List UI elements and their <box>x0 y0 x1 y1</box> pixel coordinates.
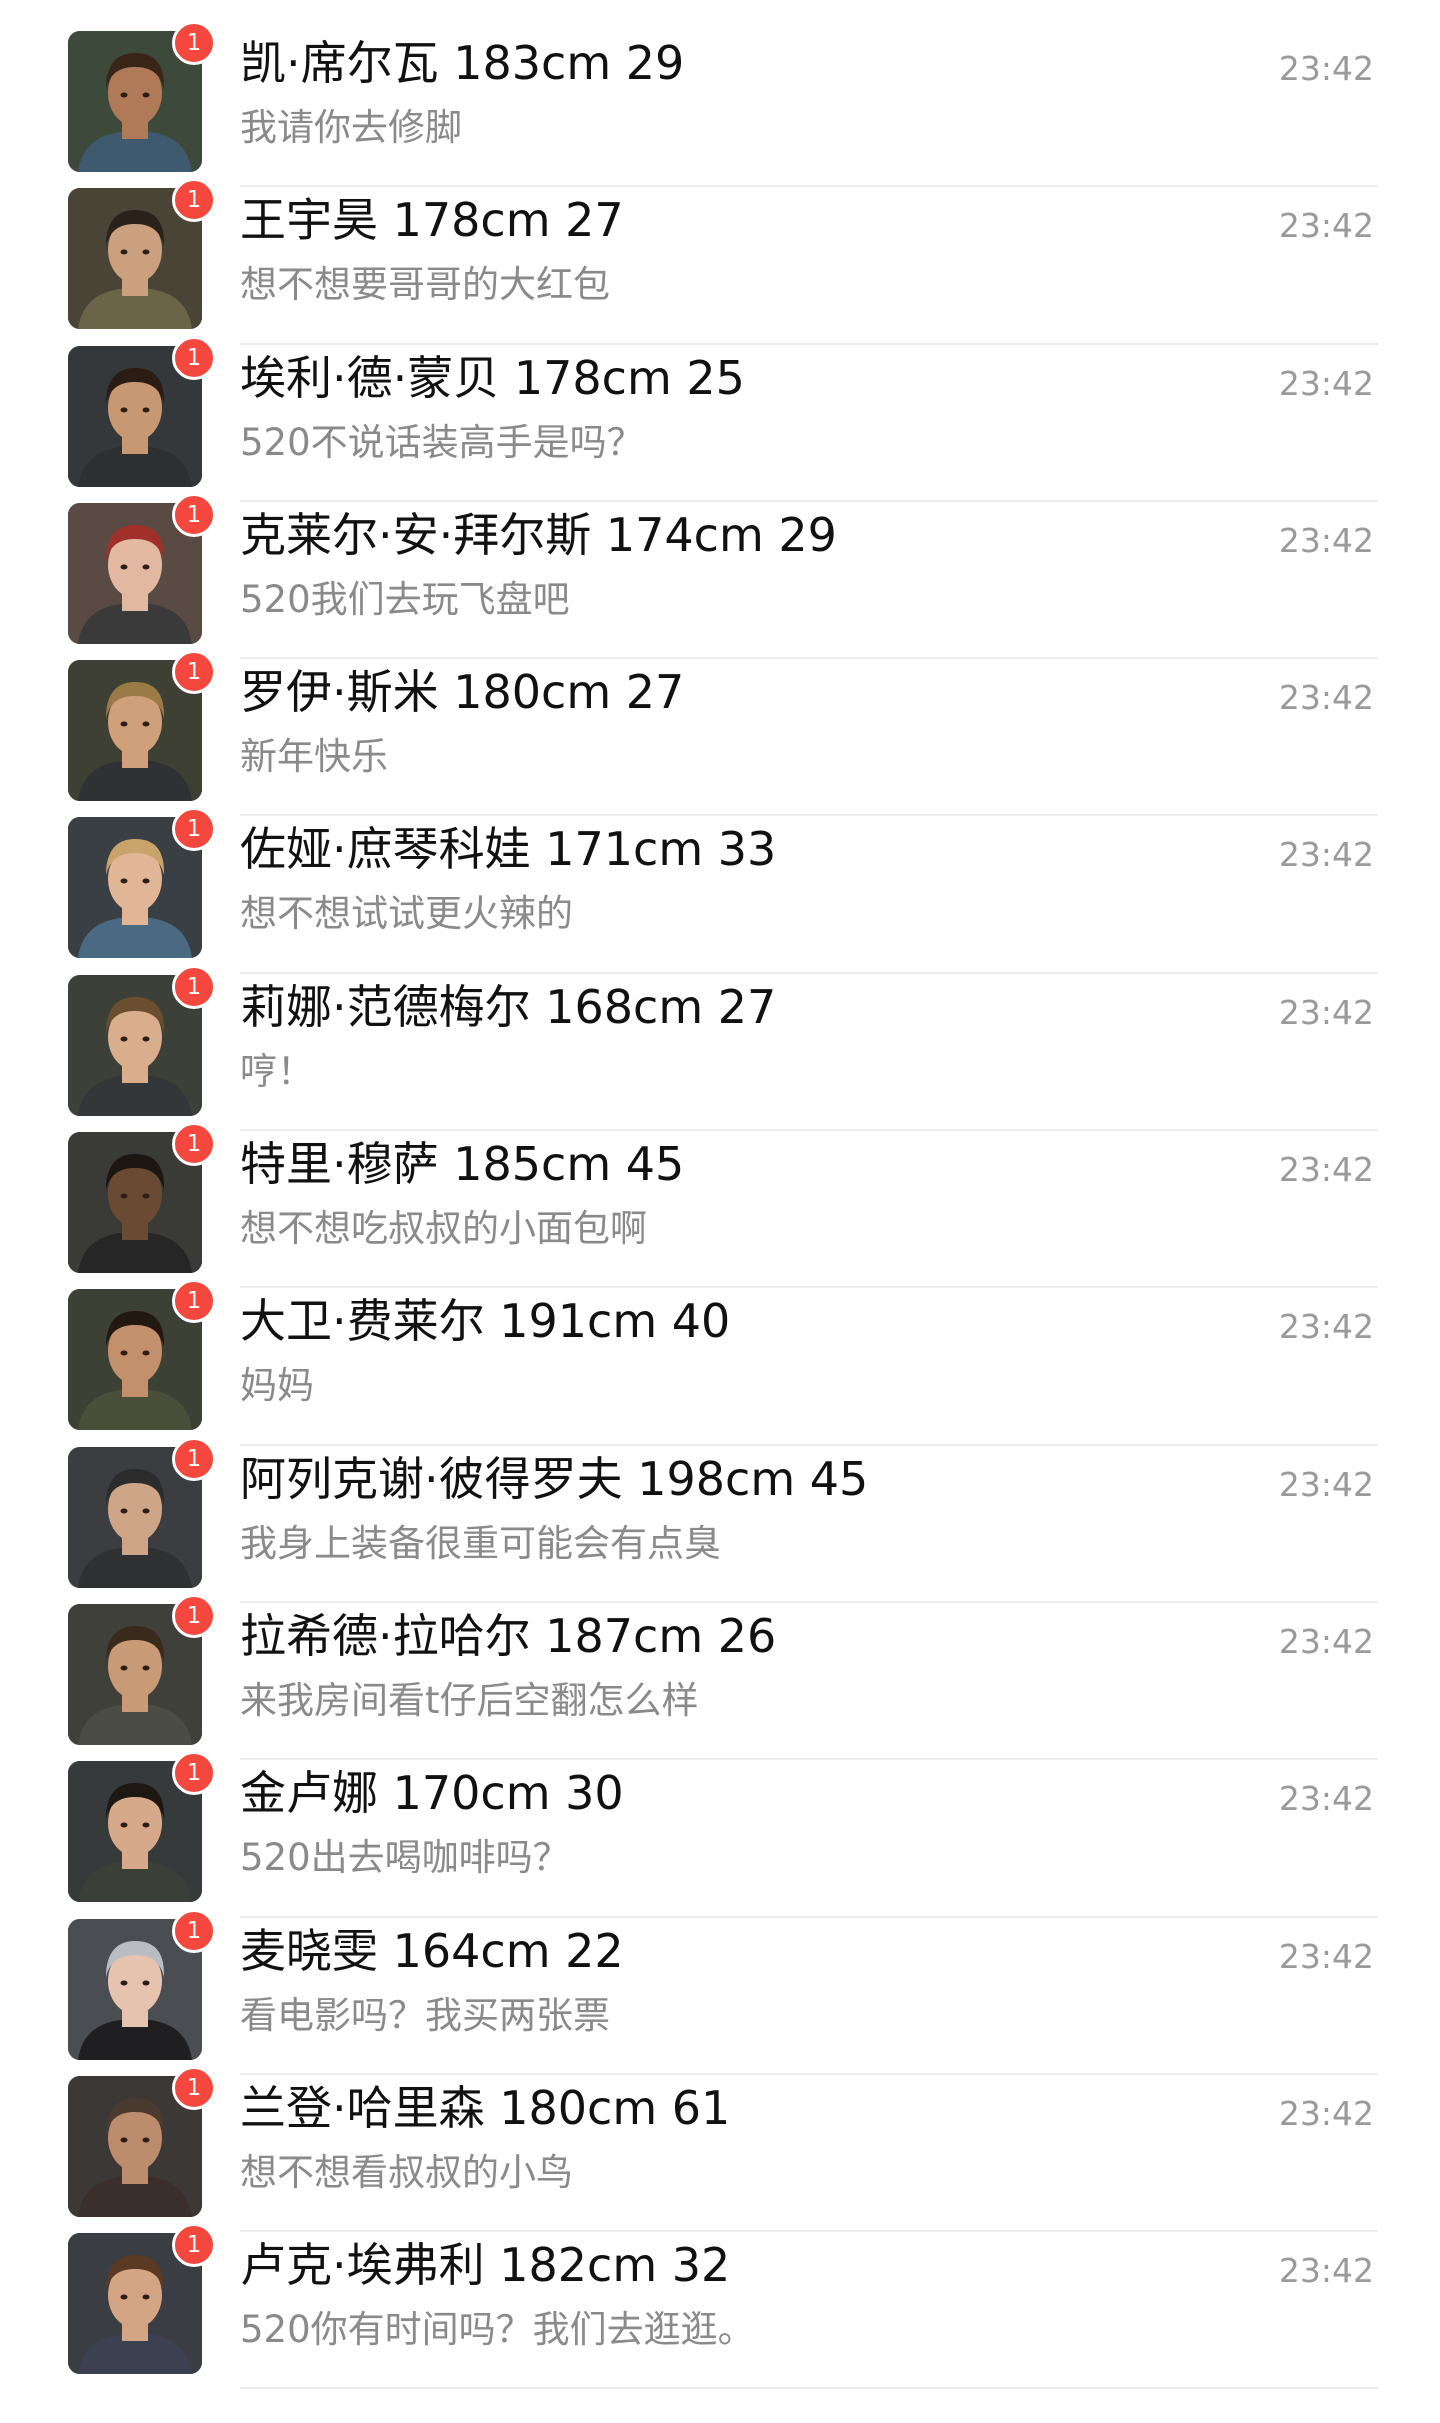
message-time: 23:42 <box>1278 1936 1374 1976</box>
contact-name: 大卫·费莱尔 191cm 40 <box>240 1294 731 1349</box>
chat-row-1[interactable]: 1 凯·席尔瓦 183cm 29 我请你去修脚 23:42 <box>0 21 1440 188</box>
avatar-container[interactable]: 1 <box>68 2065 216 2217</box>
message-preview: 520我们去玩飞盘吧 <box>240 577 570 621</box>
message-preview: 哼！ <box>240 1049 314 1093</box>
message-time: 23:42 <box>1278 2093 1374 2133</box>
chat-row-13[interactable]: 1 麦晓雯 164cm 22 看电影吗？我买两张票 23:42 <box>0 1908 1440 2075</box>
message-time: 23:42 <box>1278 49 1374 88</box>
contact-name: 阿列克谢·彼得罗夫 198cm 45 <box>240 1451 869 1506</box>
message-preview: 我请你去修脚 <box>240 106 462 149</box>
contact-name: 拉希德·拉哈尔 187cm 26 <box>240 1608 777 1663</box>
avatar-container[interactable]: 1 <box>68 964 216 1116</box>
message-preview: 520出去喝咖啡吗？ <box>240 1836 570 1880</box>
message-time: 23:42 <box>1278 835 1374 875</box>
message-time: 23:42 <box>1278 1621 1374 1661</box>
message-time: 23:42 <box>1278 2251 1374 2291</box>
unread-badge: 1 <box>172 650 216 695</box>
message-preview: 想不想看叔叔的小鸟 <box>240 2150 573 2194</box>
avatar-container[interactable]: 1 <box>68 650 216 802</box>
unread-badge: 1 <box>172 1436 216 1481</box>
message-time: 23:42 <box>1278 520 1374 560</box>
avatar-container[interactable]: 1 <box>68 335 216 487</box>
row-divider <box>240 2387 1378 2390</box>
message-preview: 看电影吗？我买两张票 <box>240 1993 610 2037</box>
chat-row-5[interactable]: 1 罗伊·斯米 180cm 27 新年快乐 23:42 <box>0 650 1440 817</box>
avatar-container[interactable]: 1 <box>68 1436 216 1588</box>
message-preview: 520你有时间吗？我们去逛逛。 <box>240 2308 755 2352</box>
unread-badge: 1 <box>172 178 216 223</box>
contact-name: 特里·穆萨 185cm 45 <box>240 1137 685 1192</box>
message-time: 23:42 <box>1278 992 1374 1032</box>
contact-name: 兰登·哈里森 180cm 61 <box>240 2080 731 2135</box>
contact-name: 麦晓雯 164cm 22 <box>240 1923 624 1978</box>
contact-name: 佐娅·庶琴科娃 171cm 33 <box>240 822 777 877</box>
message-preview: 来我房间看t仔后空翻怎么样 <box>240 1678 699 1722</box>
contact-name: 莉娜·范德梅尔 168cm 27 <box>240 979 777 1034</box>
contact-name: 克莱尔·安·拜尔斯 174cm 29 <box>240 507 837 562</box>
unread-badge: 1 <box>172 1751 216 1796</box>
chat-row-2[interactable]: 1 王宇昊 178cm 27 想不想要哥哥的大红包 23:42 <box>0 178 1440 345</box>
unread-badge: 1 <box>172 807 216 852</box>
unread-badge: 1 <box>172 1593 216 1638</box>
chat-row-14[interactable]: 1 兰登·哈里森 180cm 61 想不想看叔叔的小鸟 23:42 <box>0 2065 1440 2233</box>
contact-name: 王宇昊 178cm 27 <box>240 193 624 248</box>
message-preview: 想不想吃叔叔的小面包啊 <box>240 1207 647 1251</box>
avatar-container[interactable]: 1 <box>68 492 216 644</box>
chat-row-10[interactable]: 1 阿列克谢·彼得罗夫 198cm 45 我身上装备很重可能会有点臭 23:42 <box>0 1436 1440 1603</box>
message-time: 23:42 <box>1278 1464 1374 1504</box>
chat-row-9[interactable]: 1 大卫·费莱尔 191cm 40 妈妈 23:42 <box>0 1279 1440 1446</box>
unread-badge: 1 <box>172 1279 216 1324</box>
avatar-container[interactable]: 1 <box>68 1279 216 1431</box>
unread-badge: 1 <box>172 21 216 65</box>
unread-badge: 1 <box>172 2223 216 2268</box>
chat-row-12[interactable]: 1 金卢娜 170cm 30 520出去喝咖啡吗？ 23:42 <box>0 1751 1440 1918</box>
unread-badge: 1 <box>172 1122 216 1167</box>
avatar-container[interactable]: 1 <box>68 1908 216 2060</box>
avatar-container[interactable]: 1 <box>68 807 216 959</box>
contact-name: 罗伊·斯米 180cm 27 <box>240 665 685 720</box>
message-preview: 妈妈 <box>240 1364 314 1408</box>
unread-badge: 1 <box>172 1908 216 1953</box>
message-time: 23:42 <box>1278 1779 1374 1819</box>
message-time: 23:42 <box>1278 678 1374 718</box>
avatar-container[interactable]: 1 <box>68 178 216 330</box>
message-time: 23:42 <box>1278 363 1374 403</box>
unread-badge: 1 <box>172 492 216 537</box>
unread-badge: 1 <box>172 964 216 1009</box>
contact-name: 凯·席尔瓦 183cm 29 <box>240 36 685 90</box>
chat-row-15[interactable]: 1 卢克·埃弗利 182cm 32 520你有时间吗？我们去逛逛。 23:42 <box>0 2223 1440 2390</box>
message-time: 23:42 <box>1278 1307 1374 1347</box>
chat-row-6[interactable]: 1 佐娅·庶琴科娃 171cm 33 想不想试试更火辣的 23:42 <box>0 807 1440 974</box>
chat-row-8[interactable]: 1 特里·穆萨 185cm 45 想不想吃叔叔的小面包啊 23:42 <box>0 1122 1440 1289</box>
message-preview: 520不说话装高手是吗？ <box>240 420 644 464</box>
avatar-container[interactable]: 1 <box>68 1751 216 1903</box>
avatar-container[interactable]: 1 <box>68 1122 216 1274</box>
avatar-container[interactable]: 1 <box>68 1593 216 1745</box>
message-preview: 想不想试试更火辣的 <box>240 892 573 936</box>
message-time: 23:42 <box>1278 1150 1374 1190</box>
chat-row-3[interactable]: 1 埃利·德·蒙贝 178cm 25 520不说话装高手是吗？ 23:42 <box>0 335 1440 502</box>
contact-name: 埃利·德·蒙贝 178cm 25 <box>240 350 745 405</box>
message-preview: 我身上装备很重可能会有点臭 <box>240 1521 721 1565</box>
chat-list: 1 凯·席尔瓦 183cm 29 我请你去修脚 23:42 1 王宇昊 178c… <box>0 0 1440 2423</box>
message-preview: 新年快乐 <box>240 735 388 779</box>
chat-row-4[interactable]: 1 克莱尔·安·拜尔斯 174cm 29 520我们去玩飞盘吧 23:42 <box>0 492 1440 660</box>
avatar-container[interactable]: 1 <box>68 2223 216 2375</box>
unread-badge: 1 <box>172 335 216 380</box>
chat-row-7[interactable]: 1 莉娜·范德梅尔 168cm 27 哼！ 23:42 <box>0 964 1440 1132</box>
message-preview: 想不想要哥哥的大红包 <box>240 263 610 307</box>
message-time: 23:42 <box>1278 206 1374 246</box>
avatar-container[interactable]: 1 <box>68 21 216 172</box>
contact-name: 卢克·埃弗利 182cm 32 <box>240 2238 731 2293</box>
unread-badge: 1 <box>172 2065 216 2110</box>
chat-row-11[interactable]: 1 拉希德·拉哈尔 187cm 26 来我房间看t仔后空翻怎么样 23:42 <box>0 1593 1440 1761</box>
contact-name: 金卢娜 170cm 30 <box>240 1766 624 1821</box>
